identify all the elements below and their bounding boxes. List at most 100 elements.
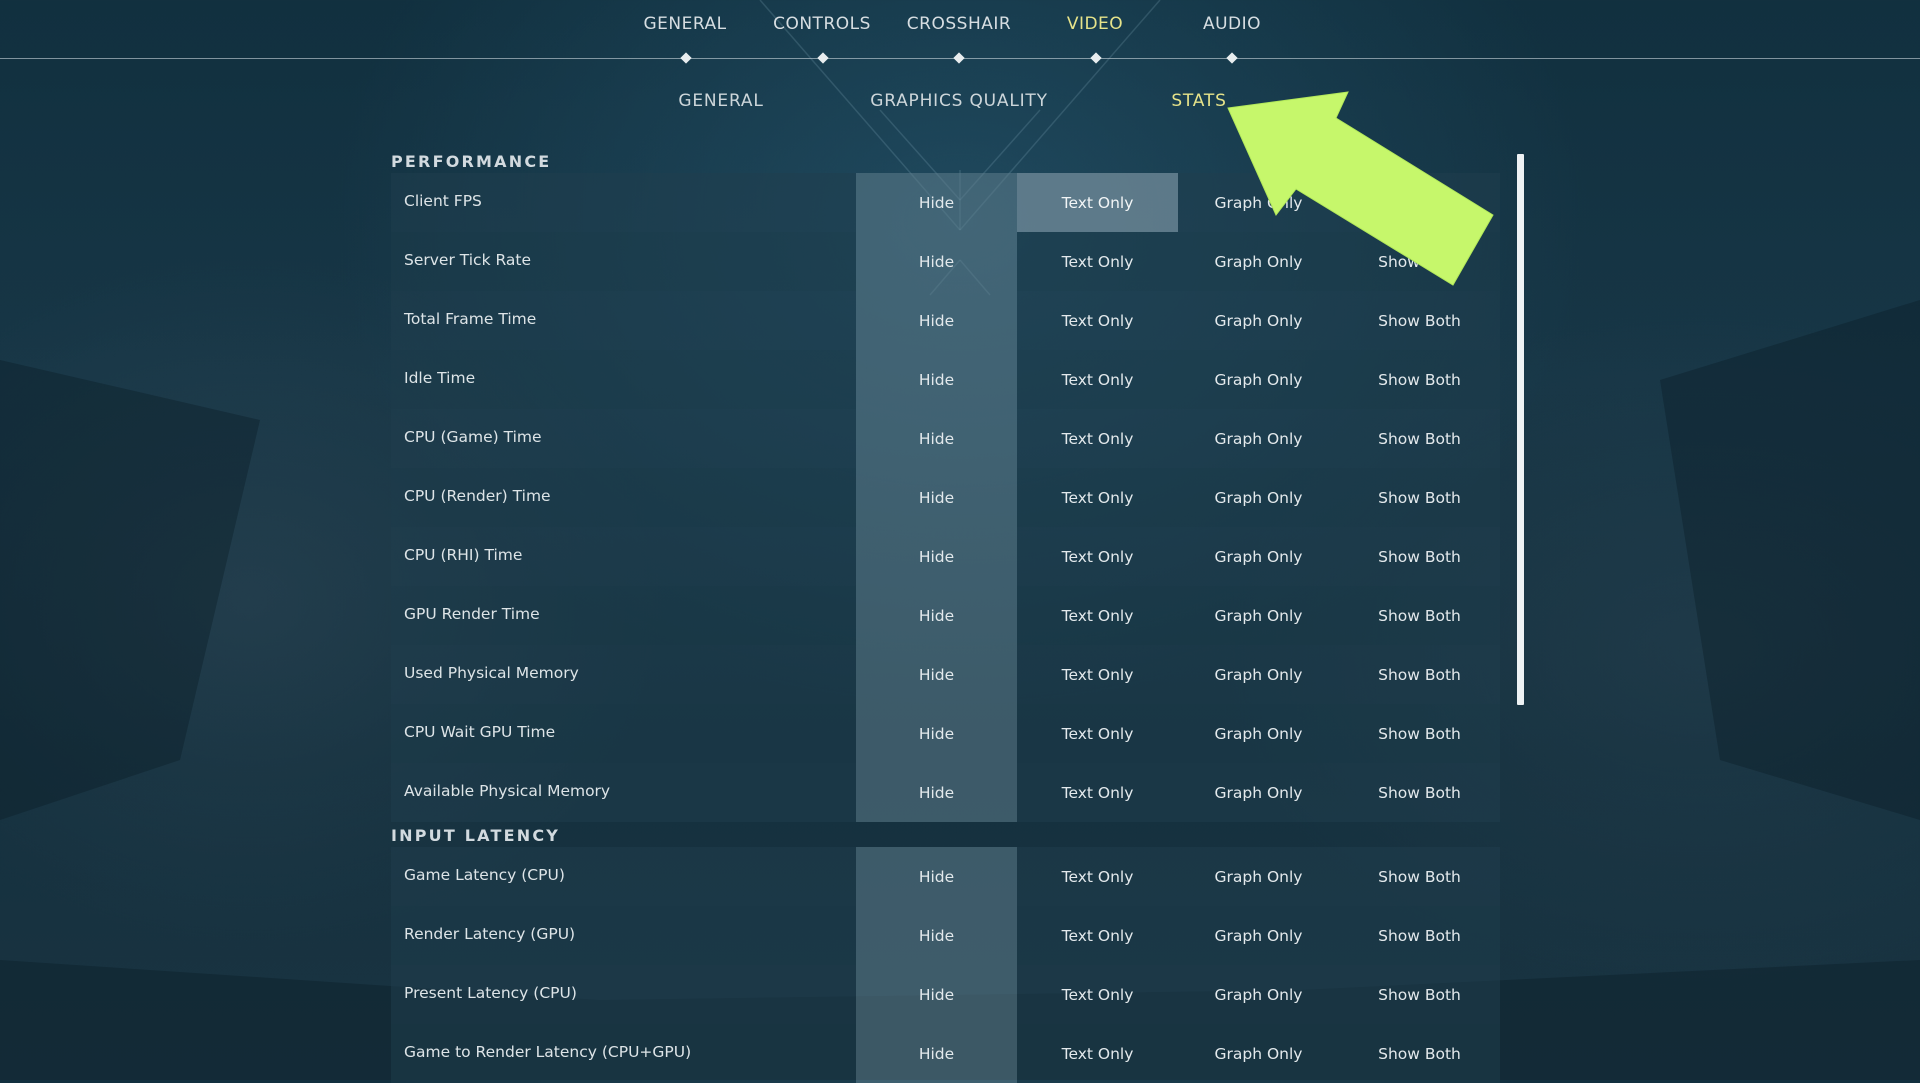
option-show-both-button[interactable]: Show Both (1339, 965, 1500, 1024)
option-text-only-button[interactable]: Text Only (1017, 350, 1178, 409)
option-show-both-button[interactable]: Show Both (1339, 173, 1500, 232)
table-row: Render Latency (GPU) Hide Text Only Graph O… (391, 906, 1500, 965)
option-show-both-button[interactable]: Show Both (1339, 763, 1500, 822)
option-show-both-button[interactable]: Show Both (1339, 586, 1500, 645)
option-graph-only-button[interactable]: Graph Only (1178, 965, 1339, 1024)
option-hide-button[interactable]: Hide (856, 763, 1017, 822)
option-show-both-button[interactable]: Show Both (1339, 1024, 1500, 1083)
option-hide-button[interactable]: Hide (856, 291, 1017, 350)
tab-video[interactable]: VIDEO (1067, 14, 1123, 34)
tab-audio[interactable]: AUDIO (1203, 14, 1261, 34)
option-hide-button[interactable]: Hide (856, 468, 1017, 527)
section-title-performance: PERFORMANCE (391, 152, 552, 171)
option-graph-only-button[interactable]: Graph Only (1178, 704, 1339, 763)
row-label: Used Physical Memory (404, 664, 579, 682)
option-graph-only-button[interactable]: Graph Only (1178, 232, 1339, 291)
option-hide-button[interactable]: Hide (856, 232, 1017, 291)
option-hide-button[interactable]: Hide (856, 409, 1017, 468)
row-label: Game to Render Latency (CPU+GPU) (404, 1043, 692, 1061)
tab-marker-icon (953, 52, 965, 64)
option-graph-only-button[interactable]: Graph Only (1178, 763, 1339, 822)
option-hide-button[interactable]: Hide (856, 527, 1017, 586)
option-hide-button[interactable]: Hide (856, 586, 1017, 645)
option-graph-only-button[interactable]: Graph Only (1178, 468, 1339, 527)
row-label: CPU Wait GPU Time (404, 723, 556, 741)
option-hide-button[interactable]: Hide (856, 645, 1017, 704)
option-hide-button[interactable]: Hide (856, 350, 1017, 409)
subtab-general[interactable]: GENERAL (678, 91, 763, 111)
table-row: Server Tick Rate Hide Text Only Graph Only S… (391, 232, 1500, 291)
table-row: CPU Wait GPU Time Hide Text Only Graph Only… (391, 704, 1500, 763)
option-text-only-button[interactable]: Text Only (1017, 586, 1178, 645)
option-graph-only-button[interactable]: Graph Only (1178, 350, 1339, 409)
tab-controls[interactable]: CONTROLS (773, 14, 871, 34)
scrollbar[interactable] (1517, 154, 1524, 705)
subtab-stats[interactable]: STATS (1171, 91, 1226, 111)
row-label-cell: Total Frame Time (391, 291, 856, 350)
table-row: Game Latency (CPU) Hide Text Only Graph Onl… (391, 847, 1500, 906)
tab-marker-icon (1226, 52, 1238, 64)
row-label-cell: Game to Render Latency (CPU+GPU) (391, 1024, 856, 1083)
option-hide-button[interactable]: Hide (856, 173, 1017, 232)
option-graph-only-button[interactable]: Graph Only (1178, 906, 1339, 965)
row-label: CPU (Game) Time (404, 428, 542, 446)
subtab-graphics-quality[interactable]: GRAPHICS QUALITY (870, 91, 1048, 111)
row-label-cell: Render Latency (GPU) (391, 906, 856, 965)
option-show-both-button[interactable]: Show Both (1339, 645, 1500, 704)
tab-crosshair[interactable]: CROSSHAIR (907, 14, 1011, 34)
row-label-cell: Available Physical Memory (391, 763, 856, 822)
option-show-both-button[interactable]: Show Both (1339, 468, 1500, 527)
row-label-cell: Server Tick Rate (391, 232, 856, 291)
option-text-only-button[interactable]: Text Only (1017, 965, 1178, 1024)
option-text-only-button[interactable]: Text Only (1017, 291, 1178, 350)
option-text-only-button[interactable]: Text Only (1017, 645, 1178, 704)
option-graph-only-button[interactable]: Graph Only (1178, 291, 1339, 350)
option-text-only-button[interactable]: Text Only (1017, 409, 1178, 468)
option-text-only-button[interactable]: Text Only (1017, 1024, 1178, 1083)
row-label-cell: Used Physical Memory (391, 645, 856, 704)
option-hide-button[interactable]: Hide (856, 906, 1017, 965)
row-label: Available Physical Memory (404, 782, 611, 800)
option-show-both-button[interactable]: Show Both (1339, 847, 1500, 906)
option-text-only-button[interactable]: Text Only (1017, 527, 1178, 586)
option-graph-only-button[interactable]: Graph Only (1178, 586, 1339, 645)
row-label: CPU (Render) Time (404, 487, 551, 505)
tab-marker-icon (1090, 52, 1102, 64)
option-graph-only-button[interactable]: Graph Only (1178, 173, 1339, 232)
option-graph-only-button[interactable]: Graph Only (1178, 645, 1339, 704)
option-show-both-button[interactable]: Show Both (1339, 906, 1500, 965)
table-row: Used Physical Memory Hide Text Only Graph O… (391, 645, 1500, 704)
option-text-only-button[interactable]: Text Only (1017, 468, 1178, 527)
option-show-both-button[interactable]: Show Both (1339, 350, 1500, 409)
option-show-both-button[interactable]: Show Both (1339, 704, 1500, 763)
tab-general[interactable]: GENERAL (643, 14, 726, 34)
table-row: Available Physical Memory Hide Text Only Gr… (391, 763, 1500, 822)
section-title-input-latency: INPUT LATENCY (391, 826, 561, 845)
option-text-only-button[interactable]: Text Only (1017, 906, 1178, 965)
row-label-cell: Game Latency (CPU) (391, 847, 856, 906)
row-label-cell: CPU (RHI) Time (391, 527, 856, 586)
option-text-only-button[interactable]: Text Only (1017, 763, 1178, 822)
option-text-only-button[interactable]: Text Only (1017, 704, 1178, 763)
option-hide-button[interactable]: Hide (856, 704, 1017, 763)
option-text-only-button[interactable]: Text Only (1017, 173, 1178, 232)
option-graph-only-button[interactable]: Graph Only (1178, 847, 1339, 906)
option-graph-only-button[interactable]: Graph Only (1178, 527, 1339, 586)
option-text-only-button[interactable]: Text Only (1017, 847, 1178, 906)
option-show-both-button[interactable]: Show Both (1339, 291, 1500, 350)
table-row: CPU (RHI) Time Hide Text Only Graph Only Sho… (391, 527, 1500, 586)
option-graph-only-button[interactable]: Graph Only (1178, 409, 1339, 468)
row-label-cell: Present Latency (CPU) (391, 965, 856, 1024)
option-text-only-button[interactable]: Text Only (1017, 232, 1178, 291)
row-label-cell: CPU Wait GPU Time (391, 704, 856, 763)
option-hide-button[interactable]: Hide (856, 965, 1017, 1024)
option-show-both-button[interactable]: Show Both (1339, 527, 1500, 586)
option-graph-only-button[interactable]: Graph Only (1178, 1024, 1339, 1083)
option-hide-button[interactable]: Hide (856, 847, 1017, 906)
tab-marker-icon (817, 52, 829, 64)
option-show-both-button[interactable]: Show Both (1339, 232, 1500, 291)
option-show-both-button[interactable]: Show Both (1339, 409, 1500, 468)
row-label: Present Latency (CPU) (404, 984, 577, 1002)
option-hide-button[interactable]: Hide (856, 1024, 1017, 1083)
row-label-cell: Client FPS (391, 173, 856, 232)
